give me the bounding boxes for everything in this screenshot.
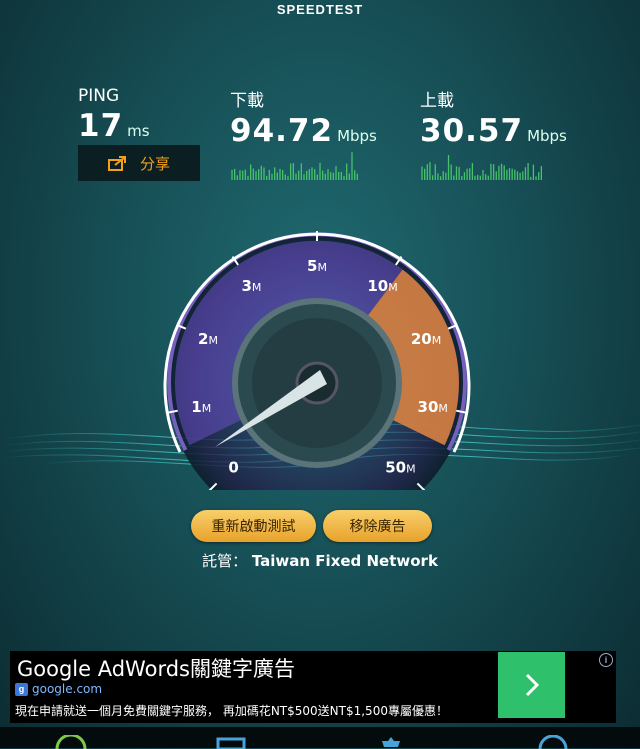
ad-domain-row[interactable]: g google.com bbox=[15, 682, 102, 696]
ad-domain: google.com bbox=[32, 682, 103, 696]
ping-stat: PING 17 ms bbox=[78, 86, 150, 144]
speed-icon[interactable] bbox=[55, 735, 87, 749]
download-label: 下載 bbox=[230, 91, 264, 111]
download-stat: 下載 94.72 Mbps bbox=[230, 86, 377, 149]
bottom-nav bbox=[0, 727, 640, 749]
ad-banner[interactable]: Google AdWords關鍵字廣告 g google.com 現在申請就送一… bbox=[10, 651, 616, 723]
download-value: 94.72 bbox=[230, 113, 334, 149]
host-info: 託管： Taiwan Fixed Network bbox=[0, 550, 640, 571]
gauge-tick-label: 0 bbox=[228, 458, 238, 476]
share-button[interactable]: 分享 bbox=[78, 145, 200, 181]
ad-title[interactable]: Google AdWords關鍵字廣告 bbox=[17, 653, 295, 683]
share-label: 分享 bbox=[139, 154, 170, 173]
ad-info-icon[interactable]: i bbox=[599, 653, 613, 667]
app-title: SPEEDTEST bbox=[276, 2, 364, 17]
host-label: 託管： bbox=[202, 552, 248, 570]
upload-value: 30.57 bbox=[420, 113, 524, 149]
ping-unit: ms bbox=[127, 122, 150, 140]
upload-label: 上載 bbox=[420, 91, 454, 111]
restart-test-button[interactable]: 重新啟動測試 bbox=[191, 510, 316, 542]
settings-icon[interactable] bbox=[378, 735, 404, 749]
ping-label: PING bbox=[78, 86, 120, 106]
host-name: Taiwan Fixed Network bbox=[251, 552, 438, 570]
upload-unit: Mbps bbox=[527, 127, 567, 145]
chevron-right-icon bbox=[525, 673, 539, 697]
upload-sparkline bbox=[421, 154, 542, 180]
download-sparkline bbox=[231, 152, 358, 180]
download-unit: Mbps bbox=[337, 127, 377, 145]
ad-go-button[interactable] bbox=[498, 652, 565, 718]
upload-stat: 上載 30.57 Mbps bbox=[420, 86, 567, 149]
share-icon bbox=[107, 156, 126, 171]
results-icon[interactable] bbox=[216, 735, 246, 749]
google-icon: g bbox=[15, 682, 28, 696]
ping-value: 17 bbox=[78, 108, 124, 144]
info-icon[interactable] bbox=[538, 735, 568, 749]
remove-ads-button[interactable]: 移除廣告 bbox=[323, 510, 432, 542]
ad-description: 現在申請就送一個月免費關鍵字服務， 再加碼花NT$500送NT$1,500專屬優… bbox=[15, 704, 448, 718]
speed-gauge: 01M2M3M5M10M20M30M50M bbox=[0, 231, 640, 490]
